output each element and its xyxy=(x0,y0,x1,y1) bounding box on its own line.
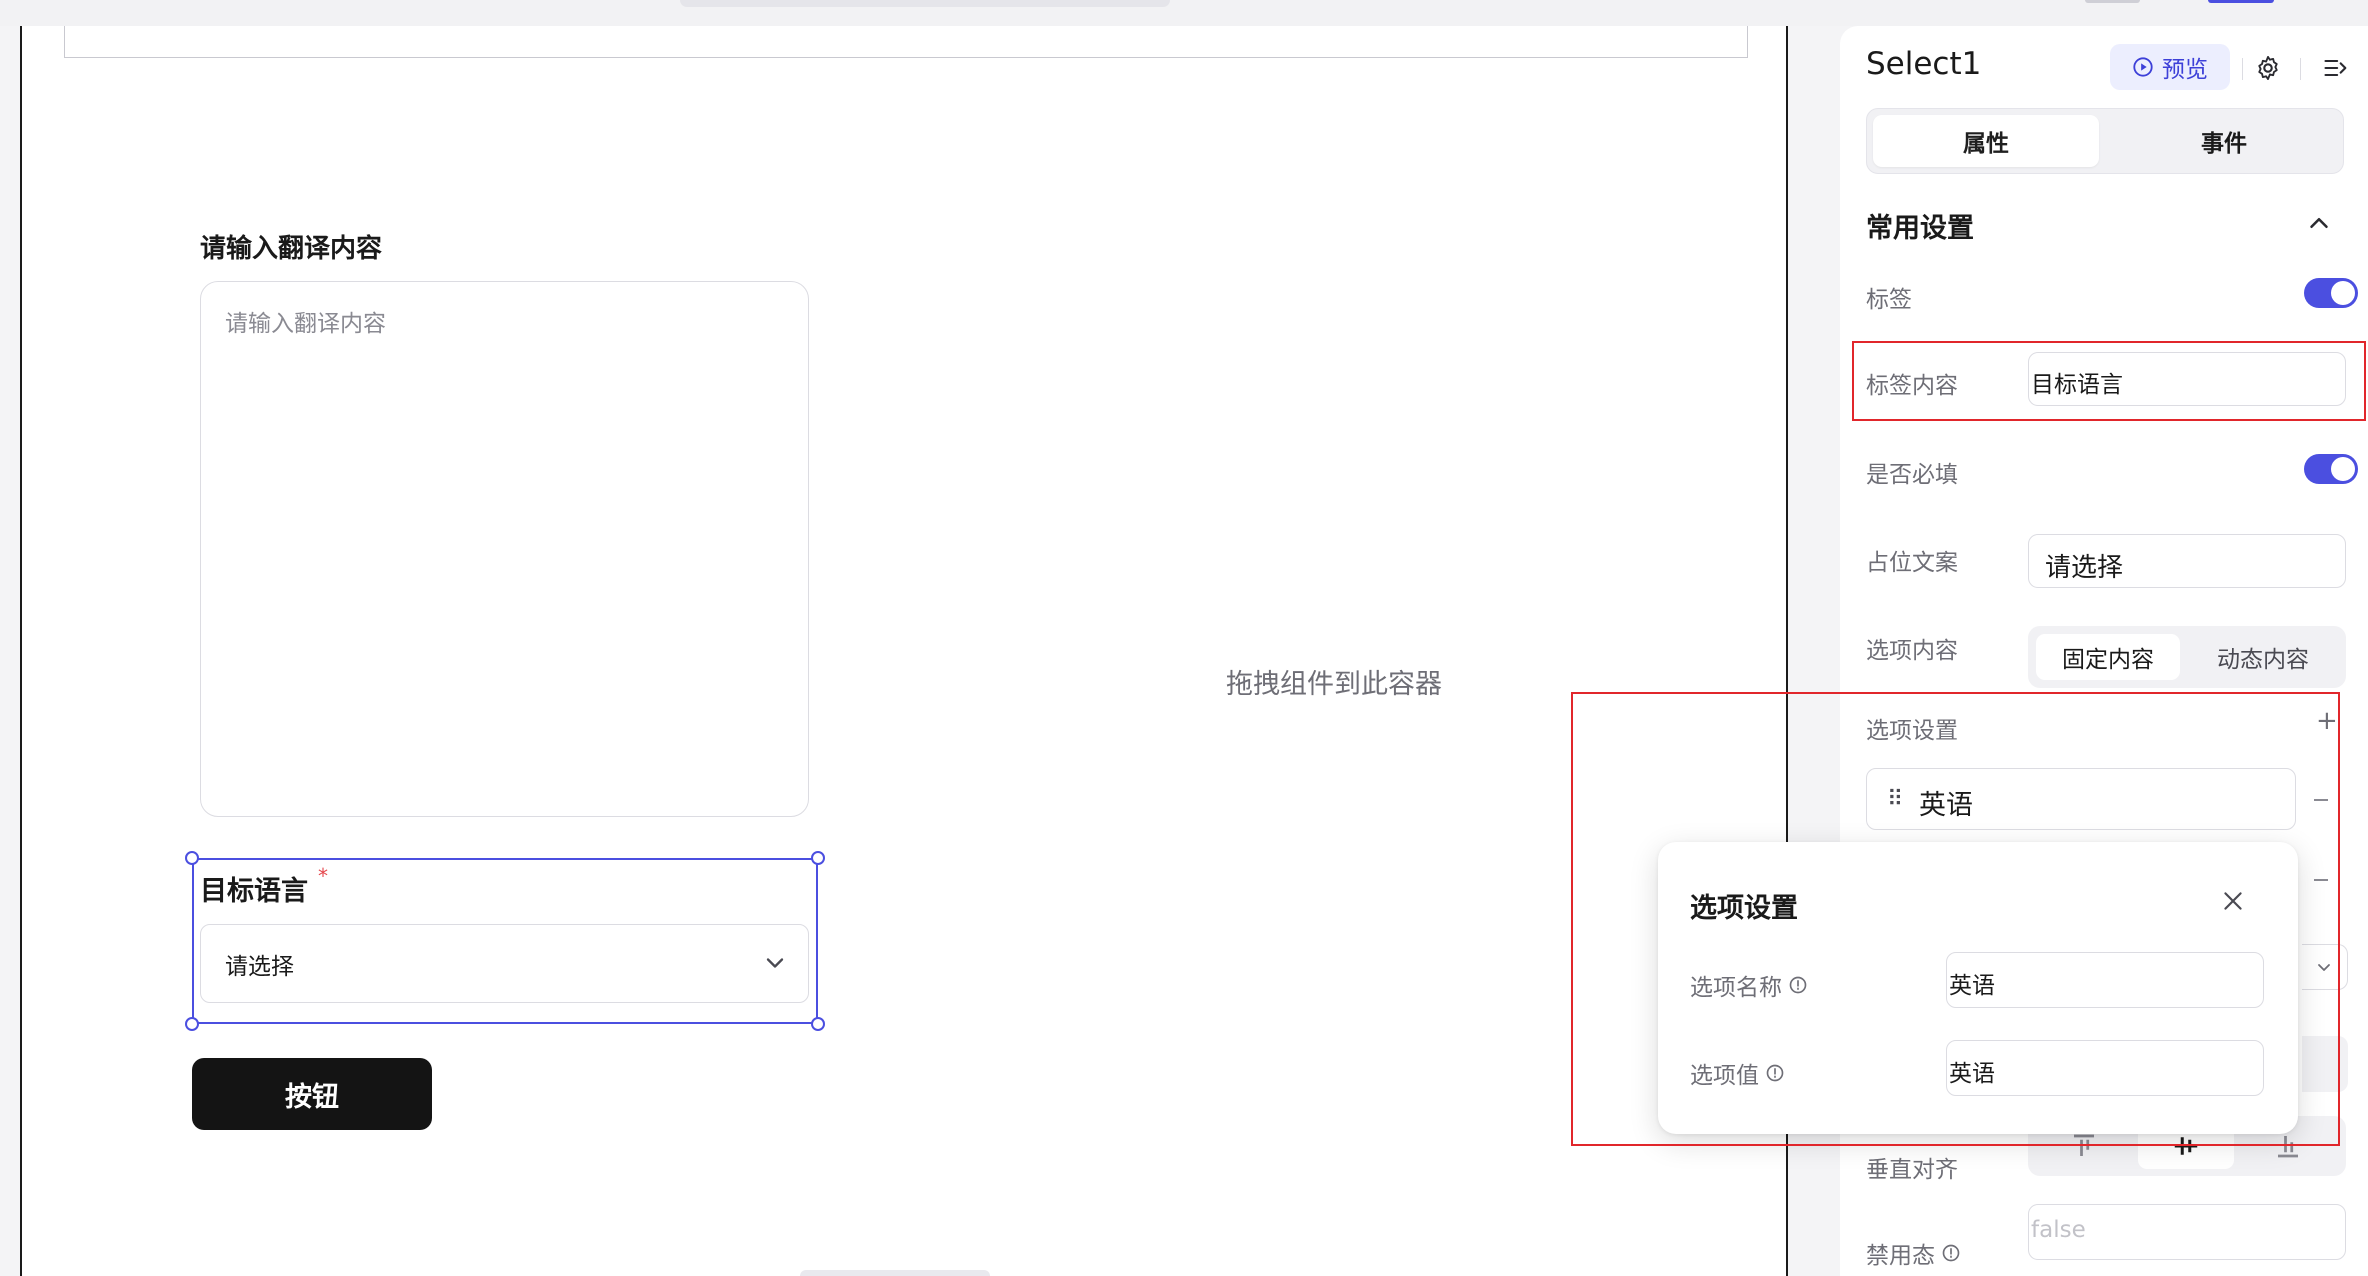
container-block[interactable] xyxy=(64,26,1748,58)
target-language-select[interactable]: 请选择 xyxy=(200,924,809,1003)
design-canvas[interactable]: 请输入翻译内容 请输入翻译内容 拖拽组件到此容器 目标语言 * 请选择 按钮 xyxy=(20,26,1788,1276)
disabled-input[interactable]: false xyxy=(2028,1204,2346,1260)
chevron-up-icon[interactable] xyxy=(2304,208,2334,238)
placeholder-input[interactable]: 请选择 xyxy=(2028,534,2346,588)
toggle-knob xyxy=(2331,457,2355,481)
preview-label: 预览 xyxy=(2162,57,2208,83)
collapse-panel-icon[interactable] xyxy=(2322,54,2350,82)
top-action-button[interactable] xyxy=(2085,0,2140,3)
translate-textarea[interactable]: 请输入翻译内容 xyxy=(200,281,809,817)
textarea-placeholder: 请输入翻译内容 xyxy=(225,311,386,337)
select-placeholder: 请选择 xyxy=(225,954,294,980)
top-publish-button[interactable] xyxy=(2208,0,2274,3)
label-toggle[interactable] xyxy=(2304,278,2358,308)
gear-icon[interactable] xyxy=(2254,54,2282,82)
resize-handle-bottom-right[interactable] xyxy=(811,1017,825,1031)
disabled-label: 禁用态 xyxy=(1866,1236,1961,1270)
disabled-label-text: 禁用态 xyxy=(1866,1243,1935,1269)
top-bar xyxy=(0,0,2368,26)
header-divider xyxy=(2242,58,2243,80)
bottom-scroll-indicator xyxy=(800,1270,990,1276)
placeholder-label: 占位文案 xyxy=(1866,550,1958,576)
tab-events[interactable]: 事件 xyxy=(2111,115,2337,167)
vertical-align-label: 垂直对齐 xyxy=(1866,1157,1958,1183)
component-title: Select1 xyxy=(1866,46,1982,82)
placeholder-value: 请选择 xyxy=(2045,553,2124,583)
resize-handle-bottom-left[interactable] xyxy=(185,1017,199,1031)
info-icon[interactable] xyxy=(1941,1243,1961,1263)
required-mark: * xyxy=(318,864,328,888)
textarea-label: 请输入翻译内容 xyxy=(200,234,383,264)
disabled-value: false xyxy=(2031,1217,2086,1243)
required-toggle-label: 是否必填 xyxy=(1866,462,1958,488)
panel-tabs: 属性 事件 xyxy=(1866,108,2344,174)
options-content-label: 选项内容 xyxy=(1866,638,1958,664)
section-title: 常用设置 xyxy=(1866,213,1974,244)
select-label: 目标语言 xyxy=(200,876,308,907)
highlight-box xyxy=(1571,692,2340,1146)
options-content-segmented: 固定内容 动态内容 xyxy=(2028,626,2346,688)
toggle-knob xyxy=(2331,281,2355,305)
label-toggle-label: 标签 xyxy=(1866,287,1912,313)
top-search-pill[interactable] xyxy=(680,0,1170,7)
required-toggle[interactable] xyxy=(2304,454,2358,484)
header-divider xyxy=(2300,58,2301,80)
segment-fixed-content[interactable]: 固定内容 xyxy=(2036,634,2180,680)
resize-handle-top-left[interactable] xyxy=(185,851,199,865)
resize-handle-top-right[interactable] xyxy=(811,851,825,865)
highlight-box xyxy=(1852,341,2366,421)
tab-properties[interactable]: 属性 xyxy=(1873,115,2099,167)
canvas-button[interactable]: 按钮 xyxy=(192,1058,432,1130)
segment-dynamic-content[interactable]: 动态内容 xyxy=(2188,634,2338,680)
chevron-down-icon xyxy=(766,958,784,968)
play-circle-icon xyxy=(2133,57,2153,77)
drop-zone-hint: 拖拽组件到此容器 xyxy=(1226,669,1442,700)
preview-button[interactable]: 预览 xyxy=(2110,44,2230,90)
